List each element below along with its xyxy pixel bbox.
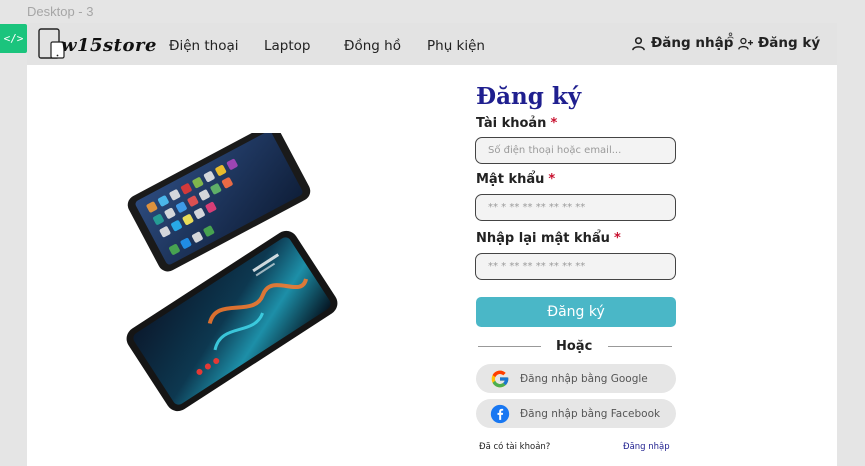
confirm-password-label: Nhập lại mật khẩu * [476,231,621,246]
facebook-login-label: Đăng nhập bằng Facebook [520,407,661,420]
nav-register-label: Đăng ký [758,35,821,51]
nav-link-laptop[interactable]: Laptop [264,38,311,54]
brand-name: w15store [61,35,157,56]
or-label: Hoặc [556,339,593,354]
account-label: Tài khoản * [476,116,558,131]
google-icon [491,370,509,387]
divider-right [608,346,672,347]
smartphones-image [126,133,338,412]
code-icon[interactable]: </> [0,24,27,53]
register-button[interactable]: Đăng ký [476,297,676,327]
user-icon [632,36,645,50]
nav-login-label: Đăng nhập [651,35,734,51]
password-input[interactable]: ** * ** ** ** ** ** ** [475,194,676,221]
page: w15store Điện thoại Laptop Đồng hồ Phụ k… [27,23,837,466]
password-label: Mật khẩu * [476,172,556,187]
google-login-label: Đăng nhập bằng Google [520,372,648,385]
nav-register[interactable]: Đăng ký [738,35,820,51]
nav-link-phones[interactable]: Điện thoại [169,38,239,54]
have-account-text: Đã có tài khoản? [479,442,551,452]
facebook-icon [490,404,510,423]
account-input[interactable]: Số điện thoại hoặc email... [475,137,676,164]
login-link[interactable]: Đăng nhập [623,442,670,452]
nav-login[interactable]: Đăng nhập [631,35,733,51]
nav-link-accessories[interactable]: Phụ kiện [427,38,485,54]
page-title: Đăng ký [476,83,582,110]
confirm-password-input[interactable]: ** * ** ** ** ** ** ** [475,253,676,280]
nav-link-watches[interactable]: Đồng hồ [344,38,401,54]
frame-label: Desktop - 3 [27,4,94,19]
google-login-button[interactable]: Đăng nhập bằng Google [476,364,676,393]
user-plus-icon [738,37,753,50]
navbar: w15store Điện thoại Laptop Đồng hồ Phụ k… [27,23,837,65]
divider-left [478,346,541,347]
facebook-login-button[interactable]: Đăng nhập bằng Facebook [476,399,676,428]
user-icon-small [727,32,734,39]
logo[interactable]: w15store [37,28,157,60]
